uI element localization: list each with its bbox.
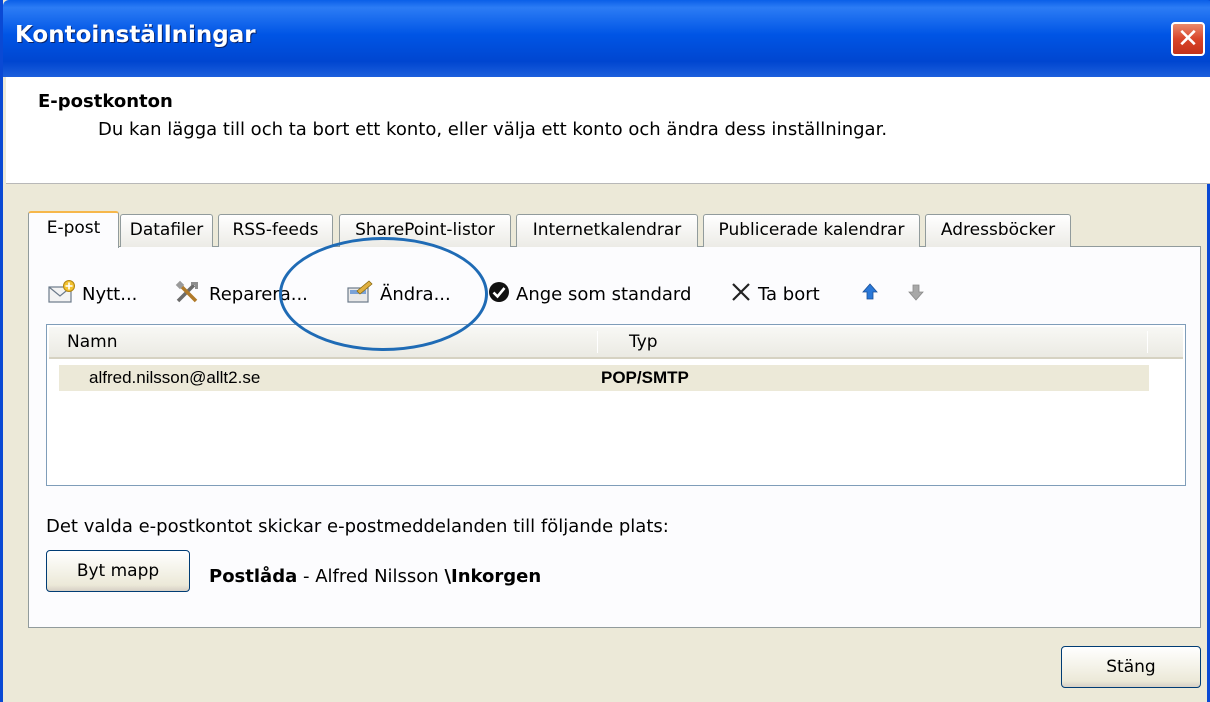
delete-account-label: Ta bort: [758, 283, 820, 305]
set-default-label: Ange som standard: [516, 283, 692, 305]
change-folder-button[interactable]: Byt mapp: [46, 550, 190, 592]
delivery-folder: Inkorgen: [451, 566, 542, 587]
tab-e-post[interactable]: E-post: [28, 211, 119, 248]
tab-internetkalendrar[interactable]: Internetkalendrar: [516, 214, 698, 247]
tab-adressbocker[interactable]: Adressböcker: [925, 214, 1071, 247]
repair-account-label: Reparera...: [209, 283, 308, 305]
tab-datafiler[interactable]: Datafiler: [120, 214, 213, 247]
column-header-name[interactable]: Namn: [67, 327, 117, 357]
move-down-button[interactable]: [907, 278, 930, 310]
account-list-header: Namn Typ: [49, 327, 1183, 359]
delivery-location: Postlåda - Alfred Nilsson \Inkorgen: [209, 566, 541, 587]
close-button[interactable]: Stäng: [1061, 646, 1201, 688]
close-icon: ✕: [1177, 24, 1199, 54]
arrow-down-icon: [907, 282, 925, 307]
tab-sharepoint-listor[interactable]: SharePoint-listor: [339, 214, 511, 247]
new-account-label: Nytt...: [82, 283, 138, 305]
mailbox-owner: Alfred Nilsson: [315, 566, 445, 587]
change-account-label: Ändra...: [380, 283, 451, 305]
set-default-button[interactable]: Ange som standard: [487, 278, 691, 310]
change-account-button[interactable]: Ändra...: [345, 278, 451, 310]
column-divider[interactable]: [597, 331, 598, 353]
repair-account-button[interactable]: Reparera...: [174, 278, 308, 310]
section-description: Du kan lägga till och ta bort ett konto,…: [98, 119, 888, 140]
tab-rss-feeds[interactable]: RSS-feeds: [218, 214, 333, 247]
account-name: alfred.nilsson@allt2.se: [89, 368, 261, 387]
header-panel: E-postkonton Du kan lägga till och ta bo…: [6, 77, 1210, 184]
path-separator: -: [297, 566, 316, 587]
new-account-button[interactable]: Nytt...: [47, 278, 137, 310]
arrow-up-icon: [861, 282, 879, 307]
change-icon: [345, 279, 375, 310]
account-settings-window: Kontoinställningar ✕ E-postkonton Du kan…: [0, 0, 1210, 702]
delete-account-button[interactable]: Ta bort: [729, 278, 820, 310]
title-bar[interactable]: Kontoinställningar ✕: [3, 0, 1210, 77]
column-header-type[interactable]: Typ: [629, 327, 658, 357]
window-title: Kontoinställningar: [15, 22, 256, 48]
close-window-button[interactable]: ✕: [1171, 22, 1205, 56]
tab-publicerade-kalendrar[interactable]: Publicerade kalendrar: [703, 214, 920, 247]
delete-x-icon: [729, 280, 753, 309]
repair-tools-icon: [174, 279, 204, 310]
move-up-button[interactable]: [861, 278, 884, 310]
account-list[interactable]: Namn Typ alfred.nilsson@allt2.se POP/SMT…: [46, 324, 1186, 486]
mailbox-name: Postlåda: [209, 566, 298, 587]
checkmark-icon: [487, 280, 511, 309]
account-row[interactable]: alfred.nilsson@allt2.se POP/SMTP: [59, 365, 1149, 391]
section-title: E-postkonton: [38, 91, 173, 112]
column-divider[interactable]: [1147, 331, 1148, 353]
new-mail-icon: [47, 279, 77, 310]
account-type: POP/SMTP: [601, 368, 689, 387]
delivery-description: Det valda e-postkontot skickar e-postmed…: [46, 516, 669, 537]
